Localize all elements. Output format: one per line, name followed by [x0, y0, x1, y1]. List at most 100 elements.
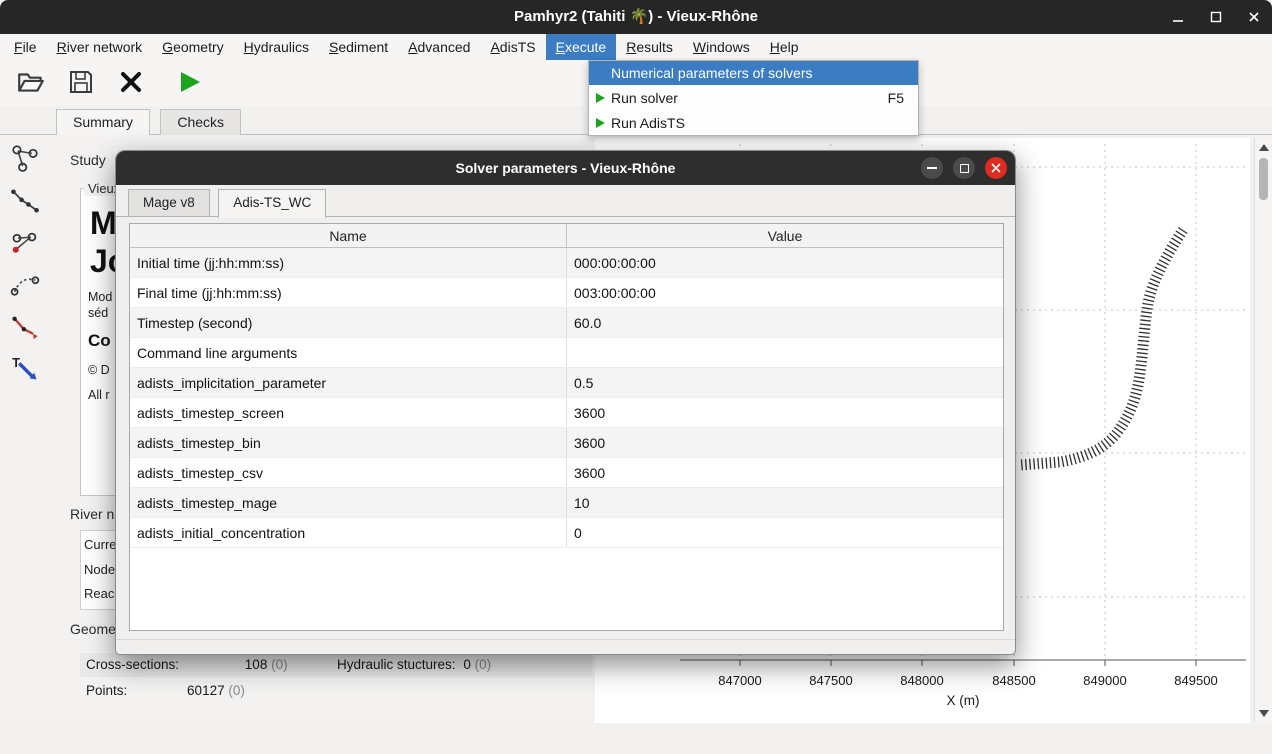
tab-checks[interactable]: Checks — [160, 109, 241, 136]
menu-sediment[interactable]: Sediment — [319, 34, 398, 60]
menu-item-label: Run solver — [611, 90, 888, 106]
param-name: adists_timestep_mage — [130, 488, 567, 517]
param-value[interactable]: 0.5 — [567, 368, 1003, 397]
profile-tool[interactable] — [6, 183, 44, 221]
table-row[interactable]: Final time (jj:hh:mm:ss) 003:00:00:00 — [130, 278, 1003, 308]
minimize-icon[interactable] — [1170, 9, 1186, 25]
table-row[interactable]: adists_timestep_screen 3600 — [130, 398, 1003, 428]
window-controls — [1170, 0, 1262, 34]
tab-adis-ts-wc[interactable]: Adis-TS_WC — [218, 189, 326, 218]
menu-item-run-solver[interactable]: Run solver F5 — [589, 85, 918, 110]
river-cross-sections-path[interactable] — [1020, 230, 1183, 465]
cross-sections-stat: Cross-sections: 108 (0) — [86, 657, 288, 672]
x-tick-label: 847000 — [718, 673, 761, 688]
param-value[interactable]: 3600 — [567, 428, 1003, 457]
cross-sections-extra: (0) — [271, 657, 288, 672]
table-row[interactable]: Initial time (jj:hh:mm:ss) 000:00:00:00 — [130, 248, 1003, 278]
menu-hydraulics[interactable]: Hydraulics — [234, 34, 319, 60]
dotted-path-icon — [10, 271, 40, 304]
menu-adists[interactable]: AdisTS — [480, 34, 545, 60]
translate-tool[interactable]: T — [6, 350, 44, 388]
close-icon[interactable] — [1246, 9, 1262, 25]
network-nodes-icon — [10, 143, 40, 176]
play-icon — [589, 117, 611, 129]
study-desc-1: Mod — [88, 290, 112, 304]
river-row-nodes: Node — [84, 562, 115, 577]
scroll-up-icon[interactable] — [1259, 144, 1269, 151]
table-row[interactable]: adists_initial_concentration 0 — [130, 518, 1003, 548]
titlebar[interactable]: Pamhyr2 (Tahiti 🌴) - Vieux-Rhône — [0, 0, 1272, 34]
dialog-title: Solver parameters - Vieux-Rhône — [116, 151, 1015, 185]
table-row[interactable]: Timestep (second) 60.0 — [130, 308, 1003, 338]
x-tick-label: 848000 — [900, 673, 943, 688]
menu-item-label: Run AdisTS — [611, 115, 904, 131]
river-network-tool[interactable] — [6, 140, 44, 178]
param-name: adists_initial_concentration — [130, 518, 567, 547]
close-study-button[interactable] — [114, 66, 148, 100]
dialog-titlebar[interactable]: Solver parameters - Vieux-Rhône — [116, 151, 1015, 185]
param-name: adists_timestep_bin — [130, 428, 567, 457]
param-value[interactable]: 0 — [567, 518, 1003, 547]
svg-text:T: T — [12, 355, 20, 369]
menu-windows[interactable]: Windows — [683, 34, 760, 60]
points-stat: Points: 60127 (0) — [86, 683, 245, 698]
red-slope-icon — [10, 313, 40, 346]
menu-advanced[interactable]: Advanced — [398, 34, 480, 60]
param-value[interactable]: 000:00:00:00 — [567, 248, 1003, 277]
vertical-scrollbar[interactable] — [1254, 138, 1272, 723]
menu-item-run-adists[interactable]: Run AdisTS — [589, 110, 918, 135]
menu-help[interactable]: Help — [760, 34, 809, 60]
param-value[interactable]: 3600 — [567, 458, 1003, 487]
x-tick-label: 849500 — [1174, 673, 1217, 688]
param-value[interactable]: 60.0 — [567, 308, 1003, 337]
table-header-row: Name Value — [130, 224, 1003, 248]
menu-execute[interactable]: Execute — [546, 34, 617, 60]
path-tool[interactable] — [6, 268, 44, 306]
points-extra: (0) — [228, 683, 245, 698]
table-row[interactable]: adists_implicitation_parameter 0.5 — [130, 368, 1003, 398]
cross-sections-label: Cross-sections: — [86, 657, 179, 672]
scrollbar-thumb[interactable] — [1259, 158, 1268, 200]
table-row[interactable]: adists_timestep_mage 10 — [130, 488, 1003, 518]
study-headline-1: M — [90, 205, 117, 242]
dialog-minimize-icon[interactable] — [921, 157, 943, 179]
menu-item-numerical-parameters[interactable]: Numerical parameters of solvers — [589, 61, 918, 85]
param-value[interactable]: 3600 — [567, 398, 1003, 427]
node-edit-tool[interactable] — [6, 226, 44, 264]
param-value[interactable]: 003:00:00:00 — [567, 278, 1003, 307]
param-value[interactable] — [567, 338, 1003, 367]
menu-results[interactable]: Results — [616, 34, 683, 60]
param-value[interactable]: 10 — [567, 488, 1003, 517]
x-tick-label: 848500 — [992, 673, 1035, 688]
tab-summary[interactable]: Summary — [56, 109, 150, 137]
open-folder-button[interactable] — [14, 66, 48, 100]
dialog-maximize-icon[interactable] — [953, 157, 975, 179]
save-icon — [67, 68, 95, 99]
close-x-icon — [117, 68, 145, 99]
table-row[interactable]: adists_timestep_csv 3600 — [130, 458, 1003, 488]
maximize-icon[interactable] — [1208, 9, 1224, 25]
run-solver-button[interactable] — [172, 66, 206, 100]
column-header-value[interactable]: Value — [567, 224, 1003, 247]
study-rights: All r — [88, 388, 110, 402]
play-icon — [589, 92, 611, 104]
menu-item-label: Numerical parameters of solvers — [611, 65, 904, 81]
param-name: Final time (jj:hh:mm:ss) — [130, 278, 567, 307]
translate-arrow-icon: T — [10, 353, 40, 386]
structures-label: Hydraulic stuctures: — [337, 657, 456, 672]
tab-mage-v8[interactable]: Mage v8 — [128, 189, 210, 217]
column-header-name[interactable]: Name — [130, 224, 567, 247]
scroll-down-icon[interactable] — [1259, 710, 1269, 717]
cross-sections-value: 108 — [245, 657, 268, 672]
table-row[interactable]: adists_timestep_bin 3600 — [130, 428, 1003, 458]
menu-geometry[interactable]: Geometry — [152, 34, 233, 60]
menu-river-network[interactable]: River network — [47, 34, 153, 60]
window-title: Pamhyr2 (Tahiti 🌴) - Vieux-Rhône — [0, 0, 1272, 34]
solver-parameters-dialog: Solver parameters - Vieux-Rhône Mage v8 … — [115, 150, 1016, 655]
slope-tool[interactable] — [6, 310, 44, 348]
dialog-footer — [116, 639, 1015, 655]
save-button[interactable] — [64, 66, 98, 100]
menu-file[interactable]: File — [4, 34, 47, 60]
dialog-close-icon[interactable] — [985, 157, 1007, 179]
table-row[interactable]: Command line arguments — [130, 338, 1003, 368]
